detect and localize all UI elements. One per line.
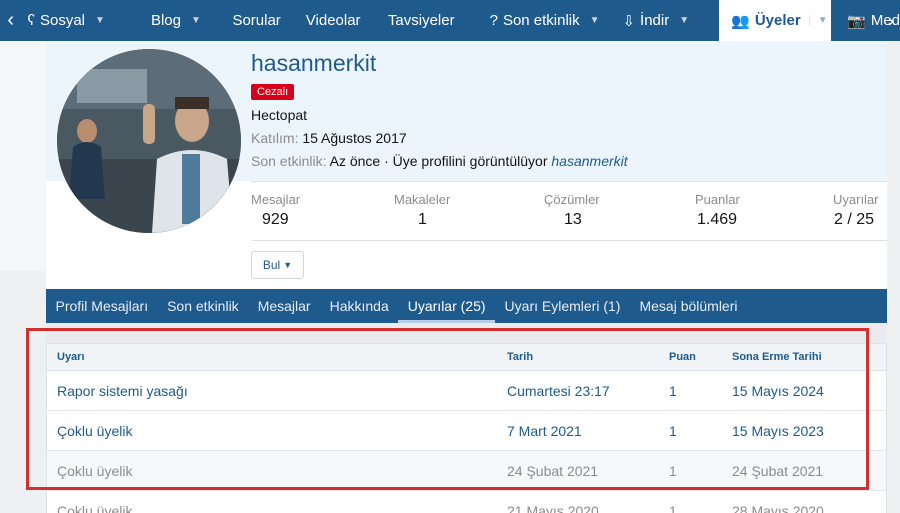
nav-label: Sorular bbox=[232, 12, 281, 29]
last-activity-user-link[interactable]: hasanmerkit bbox=[551, 153, 627, 169]
caret-down-icon: ▼ bbox=[283, 260, 293, 270]
nav-item-videolar[interactable]: Videolar bbox=[301, 0, 383, 41]
find-button[interactable]: Bul ▼ bbox=[251, 251, 304, 279]
stat-label: Puanlar bbox=[695, 192, 740, 207]
download-icon: ⇩ bbox=[622, 12, 636, 30]
highlight-box bbox=[26, 328, 869, 490]
last-activity: Son etkinlik: Az önce · Üye profilini gö… bbox=[251, 153, 628, 169]
nav-label: Üyeler bbox=[754, 12, 801, 29]
nav-item-indir[interactable]: ⇩ İndir ▼ bbox=[618, 0, 719, 41]
nav-label: Son etkinlik bbox=[502, 12, 580, 29]
chevron-down-icon[interactable]: ▼ bbox=[95, 15, 105, 26]
stat-solutions[interactable]: Çözümler 13 bbox=[544, 192, 600, 229]
last-activity-value: Az önce · Üye profilini görüntülüyor bbox=[329, 153, 548, 169]
nav-label: İndir bbox=[640, 12, 670, 29]
nav-label: Videolar bbox=[305, 12, 361, 29]
profile-tabs: Profil Mesajları Son etkinlik Mesajlar H… bbox=[46, 289, 887, 323]
tab-messages[interactable]: Mesajlar bbox=[248, 289, 320, 323]
nav-item-sosyal[interactable]: ʕ Sosyal ▼ bbox=[21, 0, 130, 41]
profile-stats: Mesajlar 929 Makaleler 1 Çözümler 13 Pua… bbox=[251, 181, 887, 241]
stat-points[interactable]: Puanlar 1.469 bbox=[695, 192, 740, 229]
last-activity-label: Son etkinlik: bbox=[251, 153, 327, 169]
warning-date: 21 Mayıs 2020 bbox=[507, 502, 599, 513]
stat-label: Makaleler bbox=[394, 192, 451, 207]
table-row[interactable]: Çoklu üyelik 21 Mayıs 2020 1 28 Mayıs 20… bbox=[47, 491, 886, 513]
stat-warnings[interactable]: Uyarılar 2 / 25 bbox=[833, 192, 879, 229]
tab-message-sections[interactable]: Mesaj bölümleri bbox=[630, 289, 747, 323]
stat-value: 929 bbox=[262, 211, 289, 228]
tab-profile-posts[interactable]: Profil Mesajları bbox=[46, 289, 158, 323]
profile-card: hasanmerkit Cezalı Hectopat Katılım: 15 … bbox=[46, 41, 887, 290]
camera-icon: 📷 bbox=[847, 12, 866, 30]
stat-label: Çözümler bbox=[544, 192, 600, 207]
chevron-down-icon[interactable]: ▼ bbox=[679, 15, 689, 26]
tab-recent-activity[interactable]: Son etkinlik bbox=[158, 289, 249, 323]
nav-item-sorular[interactable]: Sorular bbox=[214, 0, 300, 41]
joined-label: Katılım: bbox=[251, 130, 299, 146]
chevron-down-icon[interactable]: ▼ bbox=[590, 15, 600, 26]
warning-points: 1 bbox=[669, 502, 677, 513]
avatar-image bbox=[57, 49, 241, 233]
chevron-down-icon[interactable]: ▼ bbox=[191, 15, 201, 26]
chevron-right-icon[interactable]: › bbox=[882, 0, 900, 41]
nav-item-son-etkinlik[interactable]: ? Son etkinlik ▼ bbox=[484, 0, 619, 41]
chevron-left-icon[interactable]: ‹ bbox=[0, 0, 21, 41]
stat-value: 1.469 bbox=[697, 211, 738, 228]
user-title: Hectopat bbox=[251, 107, 308, 123]
profile-username[interactable]: hasanmerkit bbox=[251, 50, 376, 77]
partial-icon: ʕ bbox=[27, 12, 35, 29]
nav-label: Sosyal bbox=[39, 12, 86, 29]
stat-articles[interactable]: Makaleler 1 bbox=[394, 192, 450, 229]
stat-label: Mesajlar bbox=[251, 192, 301, 207]
tab-about[interactable]: Hakkında bbox=[320, 289, 398, 323]
nav-item-uyeler[interactable]: 👥 Üyeler ▼ bbox=[719, 0, 832, 41]
nav-label: Tavsiyeler bbox=[387, 12, 455, 29]
stat-value: 2 / 25 bbox=[834, 211, 875, 228]
find-button-label: Bul bbox=[262, 258, 281, 272]
tab-warning-actions[interactable]: Uyarı Eylemleri (1) bbox=[495, 289, 630, 323]
nav-item-tavsiyeler[interactable]: Tavsiyeler bbox=[383, 0, 484, 41]
stat-label: Uyarılar bbox=[833, 192, 879, 207]
warning-name[interactable]: Çoklu üyelik bbox=[57, 491, 132, 513]
status-badge: Cezalı bbox=[251, 84, 295, 100]
nav-label: Blog bbox=[150, 12, 181, 29]
warning-expiry: 28 Mayıs 2020 bbox=[732, 502, 824, 513]
stat-messages[interactable]: Mesajlar 929 bbox=[251, 192, 300, 229]
tab-warnings[interactable]: Uyarılar (25) bbox=[398, 289, 496, 323]
nav-item-blog[interactable]: Blog ▼ bbox=[131, 0, 214, 41]
joined-date: Katılım: 15 Ağustos 2017 bbox=[251, 130, 407, 146]
chevron-down-icon[interactable]: ▼ bbox=[808, 15, 828, 26]
avatar[interactable] bbox=[57, 49, 241, 233]
top-navigation: ‹ ʕ Sosyal ▼ Blog ▼ Sorular Videolar Tav… bbox=[0, 0, 900, 41]
page-background bbox=[887, 41, 900, 513]
question-icon: ? bbox=[489, 12, 498, 29]
users-icon: 👥 bbox=[731, 12, 750, 30]
joined-value: 15 Ağustos 2017 bbox=[302, 130, 407, 146]
stat-value: 13 bbox=[564, 211, 582, 228]
stat-value: 1 bbox=[418, 211, 427, 228]
